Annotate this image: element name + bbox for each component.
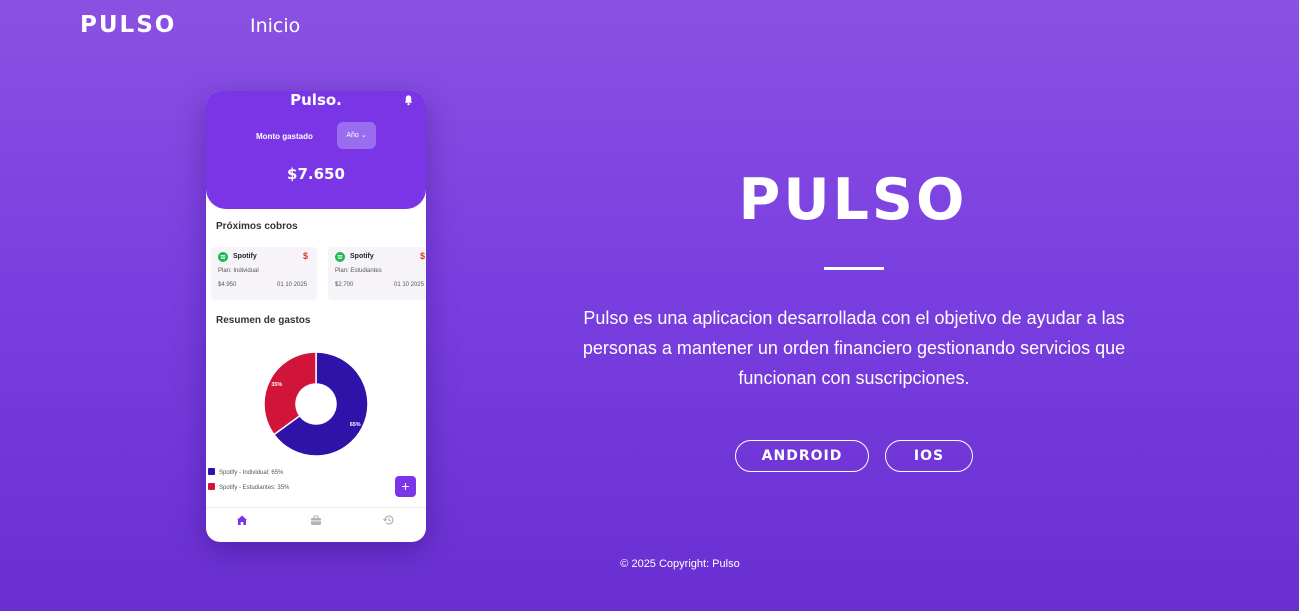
spotify-icon — [218, 252, 228, 262]
hero-description: Pulso es una aplicacion desarrollada con… — [582, 308, 1126, 388]
card-service-name: Spotify — [233, 253, 257, 260]
app-mockup-image: Pulso. Monto gastado Año ⌄ $7.650 Próxim… — [206, 91, 426, 542]
dollar-icon: $ — [420, 251, 426, 261]
mockup-bottom-nav — [206, 507, 426, 542]
mockup-card: Spotify $ Plan: Estudiantes $2.700 01 10… — [328, 247, 426, 300]
card-service-name: Spotify — [350, 253, 374, 260]
ios-button[interactable]: IOS — [885, 440, 973, 472]
legend-swatch — [208, 468, 215, 475]
navbar-brand[interactable]: PULSO — [80, 12, 176, 38]
card-date: 01 10 2025 — [394, 282, 425, 288]
donut-slice-label-1: 35% — [271, 382, 282, 388]
mockup-monto-label: Monto gastado — [256, 132, 313, 141]
year-select-label: Año — [346, 132, 359, 139]
home-icon — [237, 515, 247, 525]
legend-label: Spotify - Estudiantes: 35% — [219, 485, 290, 491]
card-plan: Plan: Individual — [218, 268, 259, 274]
card-price: $2.700 — [335, 282, 354, 288]
footer-copyright: © 2025 Copyright: Pulso — [620, 558, 740, 570]
mockup-year-select: Año ⌄ — [337, 122, 376, 149]
legend-item-estudiantes: Spotify - Estudiantes: 35% — [208, 483, 289, 491]
donut-chart: 65% 35% — [263, 351, 369, 457]
dollar-icon: $ — [303, 251, 309, 261]
donut-slice-label-0: 65% — [350, 422, 361, 428]
card-date: 01 10 2025 — [277, 282, 308, 288]
nav-link-inicio[interactable]: Inicio — [250, 15, 300, 37]
mockup-amount: $7.650 — [287, 165, 345, 183]
mockup-card: Spotify $ Plan: Individual $4.950 01 10 … — [211, 247, 317, 300]
mockup-upcoming-title: Próximos cobros — [216, 221, 298, 232]
mockup-app-logo: Pulso. — [290, 91, 342, 109]
legend-item-individual: Spotify - Individual: 65% — [208, 468, 283, 476]
hero-title: PULSO — [738, 167, 968, 233]
android-button[interactable]: ANDROID — [735, 440, 869, 472]
bell-icon — [404, 95, 413, 106]
mockup-summary-title: Resumen de gastos — [216, 315, 311, 326]
legend-swatch — [208, 483, 215, 490]
legend-label: Spotify - Individual: 65% — [219, 470, 284, 476]
card-price: $4.950 — [218, 282, 237, 288]
card-plan: Plan: Estudiantes — [335, 268, 382, 274]
history-icon — [383, 515, 394, 525]
add-button: + — [395, 476, 416, 497]
hero-divider — [824, 267, 884, 270]
briefcase-icon — [311, 515, 321, 525]
spotify-icon — [335, 252, 345, 262]
